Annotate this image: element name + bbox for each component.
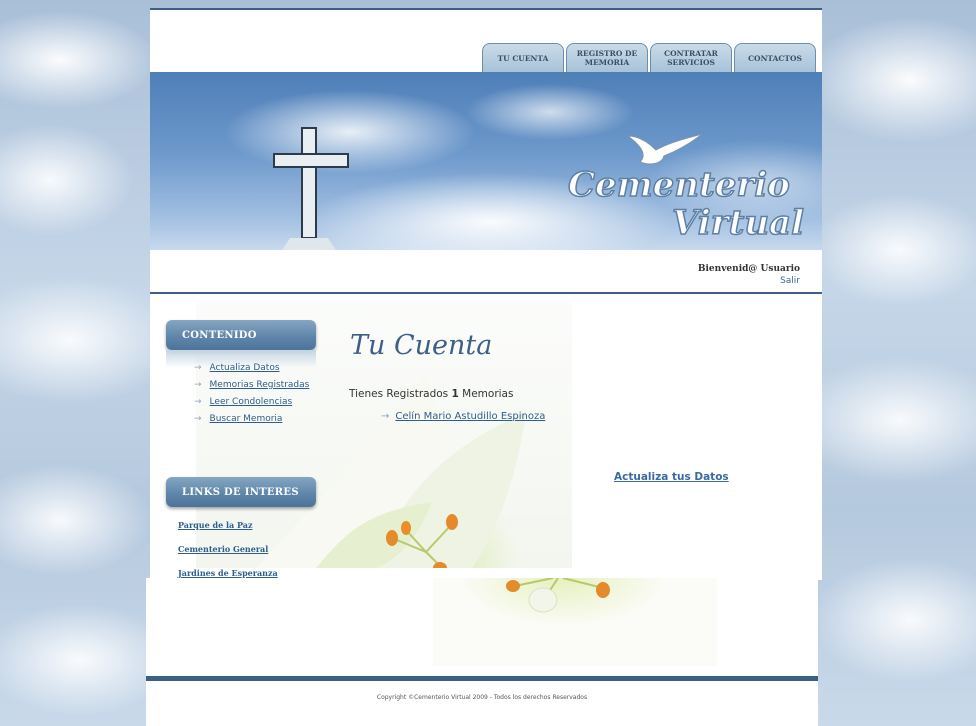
links-section-header: LINKS DE INTERES [166,477,316,507]
copyright-text: Copyright ©Cementerio Virtual 2009 - Tod… [376,694,588,701]
arrow-icon: → [194,363,202,373]
menu-item-label: Actualiza Datos [209,363,280,373]
memory-link[interactable]: → Celín Mario Astudillo Espinoza [381,411,545,422]
link-jardines-de-esperanza[interactable]: Jardines de Esperanza [178,561,278,585]
top-bar: TU CUENTA REGISTRO DE MEMORIA CONTRATAR … [150,10,822,72]
links-list: Parque de la Paz Cementerio General Jard… [178,513,278,585]
menu-item-leer-condolencias[interactable]: → Leer Condolencias [194,394,309,411]
memory-count-value: 1 [451,388,459,400]
banner-artwork: Cementerio Virtual [273,127,805,250]
menu-item-buscar-memoria[interactable]: → Buscar Memoria [194,411,309,428]
tab-contactos[interactable]: CONTACTOS [734,43,816,72]
main-nav: TU CUENTA REGISTRO DE MEMORIA CONTRATAR … [482,43,816,72]
memory-count-prefix: Tienes Registrados [349,388,449,400]
arrow-icon: → [194,380,202,390]
menu-item-actualiza-datos[interactable]: → Actualiza Datos [194,360,309,377]
cross-icon [273,127,349,250]
content-section-title: CONTENIDO [182,329,257,341]
links-section-title: LINKS DE INTERES [182,486,299,498]
tab-registro-memoria[interactable]: REGISTRO DE MEMORIA [566,43,648,72]
menu-item-label: Leer Condolencias [209,397,293,407]
memory-count: Tienes Registrados 1 Memorias [349,388,513,400]
memory-name: Celín Mario Astudillo Espinoza [395,411,546,422]
tab-contratar-servicios[interactable]: CONTRATAR SERVICIOS [650,43,732,72]
dove-icon [626,133,703,165]
lily-stamens-icon [506,577,610,613]
footer-divider [146,676,818,681]
svg-text:Cementerio: Cementerio [568,165,790,205]
lily-flower-image-lower [433,577,717,666]
header-banner: Cementerio Virtual [150,72,822,250]
menu-item-label: Buscar Memoria [209,414,283,424]
link-parque-de-la-paz[interactable]: Parque de la Paz [178,513,278,537]
memory-count-suffix: Memorias [462,388,514,400]
content-menu: → Actualiza Datos → Memorias Registradas →… [194,360,309,428]
arrow-icon: → [194,414,202,424]
logout-link[interactable]: Salir [780,276,800,286]
menu-item-label: Memorias Registradas [209,380,310,390]
page-title: Tu Cuenta [350,330,493,361]
tab-tu-cuenta[interactable]: TU CUENTA [482,43,564,72]
link-cementerio-general[interactable]: Cementerio General [178,537,278,561]
arrow-icon: → [194,397,202,407]
welcome-text: Bienvenid@ Usuario [697,264,800,274]
svg-text:Virtual: Virtual [672,203,804,243]
logo: Cementerio Virtual [567,164,805,244]
user-bar: Bienvenid@ Usuario Salir [150,250,822,294]
content-section-header: CONTENIDO [166,320,316,350]
arrow-icon: → [381,411,390,422]
menu-item-memorias-registradas[interactable]: → Memorias Registradas [194,377,309,394]
update-data-link[interactable]: Actualiza tus Datos [614,471,729,483]
